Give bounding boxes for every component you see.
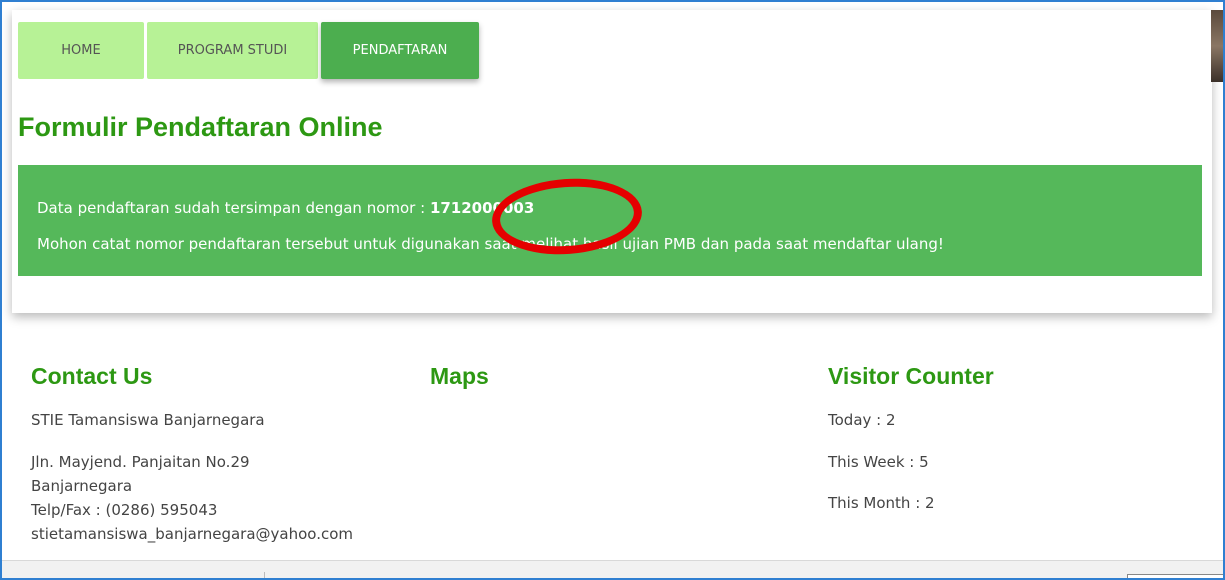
nav-item-pendaftaran[interactable]: PENDAFTARAN <box>321 22 479 79</box>
visitor-this-month: This Month : 2 <box>828 494 935 512</box>
side-image-edge <box>1211 10 1223 82</box>
visitor-counter-heading: Visitor Counter <box>828 363 994 389</box>
alert-message-line2: Mohon catat nomor pendaftaran tersebut u… <box>37 235 944 253</box>
nav-item-home[interactable]: HOME <box>18 22 144 79</box>
contact-address-line1: Jln. Mayjend. Panjaitan No.29 <box>31 453 250 471</box>
alert-prefix-text: Data pendaftaran sudah tersimpan dengan … <box>37 199 430 217</box>
contact-us-heading: Contact Us <box>31 363 153 389</box>
bottom-divider <box>264 572 265 578</box>
success-alert: Data pendaftaran sudah tersimpan dengan … <box>18 165 1202 276</box>
main-nav: HOME PROGRAM STUDI PENDAFTARAN <box>18 22 479 79</box>
bottom-bar <box>2 560 1223 578</box>
visitor-this-week: This Week : 5 <box>828 453 929 471</box>
nav-item-program-studi[interactable]: PROGRAM STUDI <box>147 22 318 79</box>
maps-heading: Maps <box>430 363 489 389</box>
page-title: Formulir Pendaftaran Online <box>18 112 383 142</box>
contact-address-line2: Banjarnegara <box>31 477 133 495</box>
alert-message-line1: Data pendaftaran sudah tersimpan dengan … <box>37 199 534 217</box>
registration-number: 1712000003 <box>429 199 535 217</box>
contact-org-name: STIE Tamansiswa Banjarnegara <box>31 411 265 429</box>
contact-phone: Telp/Fax : (0286) 595043 <box>31 501 218 519</box>
visitor-today: Today : 2 <box>828 411 896 429</box>
contact-email-link[interactable]: stietamansiswa_banjarnegara@yahoo.com <box>31 522 353 546</box>
browser-frame: HOME PROGRAM STUDI PENDAFTARAN Formulir … <box>0 0 1225 580</box>
bottom-input-edge <box>1127 574 1223 578</box>
